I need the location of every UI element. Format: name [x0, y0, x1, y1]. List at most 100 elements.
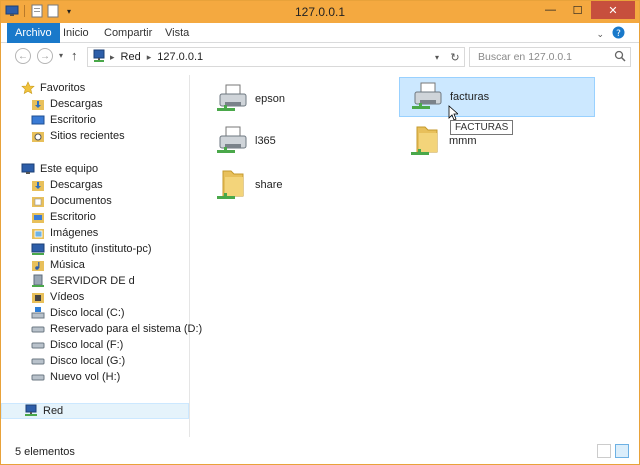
item-facturas-label: facturas — [450, 91, 490, 103]
item-share-label: share — [255, 179, 283, 191]
pictures-folder-icon — [31, 226, 45, 240]
view-switcher — [597, 444, 629, 458]
nav-fav-escritorio[interactable]: Escritorio — [31, 112, 96, 128]
shared-folder-icon — [409, 123, 445, 159]
details-view-icon[interactable] — [597, 444, 611, 458]
shared-printer-icon — [410, 79, 446, 115]
file-view[interactable]: epson facturas l365 mmm share — [191, 75, 637, 437]
nav-favoritos[interactable]: Favoritos — [21, 80, 85, 96]
nav-servidor[interactable]: SERVIDOR DE d — [31, 273, 135, 289]
nav-videos-label: Vídeos — [50, 291, 85, 303]
nav-fav-descargas[interactable]: Descargas — [31, 96, 103, 112]
nav-videos[interactable]: Vídeos — [31, 289, 84, 305]
minimize-button[interactable]: — — [537, 1, 564, 19]
ribbon-tabs: Archivo Inicio Compartir Vista ⌄ ? — [1, 23, 639, 43]
breadcrumb-separator-icon[interactable]: ▸ — [147, 52, 152, 63]
nav-imagenes-label: Imágenes — [50, 227, 99, 239]
nav-documentos[interactable]: Documentos — [31, 193, 112, 209]
nav-favoritos-label: Favoritos — [40, 82, 86, 94]
nav-red-label: Red — [43, 405, 64, 417]
breadcrumb-red[interactable]: Red — [121, 51, 141, 63]
help-icon[interactable]: ? — [612, 26, 625, 42]
nav-fav-descargas-label: Descargas — [50, 98, 103, 110]
search-input[interactable]: Buscar en 127.0.0.1 — [469, 47, 631, 67]
tab-inicio[interactable]: Inicio — [55, 23, 97, 43]
tab-archivo[interactable]: Archivo — [7, 23, 60, 43]
shared-folder-icon — [215, 167, 251, 203]
nav-nuevo-vol-h-label: Nuevo vol (H:) — [50, 371, 121, 383]
item-epson-label: epson — [255, 93, 285, 105]
navigation-pane: Favoritos Descargas Escritorio Sitios re… — [1, 75, 202, 437]
nav-musica[interactable]: Música — [31, 257, 85, 273]
nav-escritorio-label: Escritorio — [50, 211, 96, 223]
window-controls: — ☐ ✕ — [537, 1, 635, 19]
nav-disco-g-label: Disco local (G:) — [50, 355, 126, 367]
nav-red[interactable]: Red — [1, 403, 189, 419]
expand-ribbon-icon[interactable]: ⌄ — [596, 29, 604, 40]
tab-vista[interactable]: Vista — [157, 23, 197, 43]
address-dropdown-chevron-icon[interactable]: ▾ — [428, 53, 446, 62]
item-count: 5 elementos — [15, 446, 75, 458]
tab-compartir[interactable]: Compartir — [96, 23, 160, 43]
up-arrow-icon[interactable]: ↑ — [71, 48, 78, 63]
star-icon — [21, 81, 35, 95]
system-drive-icon — [31, 306, 45, 320]
downloads-folder-icon — [31, 97, 45, 111]
item-share[interactable]: share — [205, 165, 401, 205]
network-drive-icon — [31, 274, 45, 288]
search-placeholder: Buscar en 127.0.0.1 — [478, 51, 572, 63]
nav-servidor-label: SERVIDOR DE d — [50, 275, 135, 287]
computer-icon — [21, 162, 35, 176]
hard-drive-icon — [31, 338, 45, 352]
back-arrow-icon[interactable]: ← — [15, 48, 31, 64]
address-actions: ▾ ↻ — [428, 48, 464, 66]
close-button[interactable]: ✕ — [591, 1, 635, 19]
nav-instituto[interactable]: instituto (instituto-pc) — [31, 241, 151, 257]
maximize-button[interactable]: ☐ — [564, 1, 591, 19]
item-mmm-label: mmm — [449, 135, 477, 147]
network-icon — [24, 404, 38, 418]
nav-descargas[interactable]: Descargas — [31, 177, 103, 193]
ribbon-right-controls: ⌄ ? — [596, 26, 625, 42]
recent-places-icon — [31, 129, 45, 143]
documents-folder-icon — [31, 194, 45, 208]
status-bar: 5 elementos — [1, 441, 639, 463]
item-epson[interactable]: epson — [205, 79, 401, 119]
title-bar[interactable]: ▾ 127.0.0.1 — ☐ ✕ — [1, 1, 639, 23]
nav-documentos-label: Documentos — [50, 195, 112, 207]
nav-imagenes[interactable]: Imágenes — [31, 225, 98, 241]
nav-disco-d-label: Reservado para el sistema (D:) — [50, 323, 203, 335]
nav-nuevo-vol-h[interactable]: Nuevo vol (H:) — [31, 369, 120, 385]
refresh-icon[interactable]: ↻ — [446, 51, 464, 64]
explorer-window: ▾ 127.0.0.1 — ☐ ✕ Archivo Inicio Compart… — [0, 0, 640, 465]
nav-instituto-label: instituto (instituto-pc) — [50, 243, 152, 255]
item-tooltip: FACTURAS — [450, 120, 514, 135]
svg-text:?: ? — [616, 29, 621, 39]
nav-este-equipo[interactable]: Este equipo — [21, 161, 98, 177]
navigation-bar: ← → ▾ ↑ ▸ Red ▸ 127.0.0.1 ▾ ↻ Buscar en … — [1, 43, 639, 71]
nav-disco-c[interactable]: Disco local (C:) — [31, 305, 125, 321]
forward-arrow-icon[interactable]: → — [37, 48, 53, 64]
nav-fav-sitios-recientes-label: Sitios recientes — [50, 130, 125, 142]
nav-fav-sitios-recientes[interactable]: Sitios recientes — [31, 128, 125, 144]
downloads-folder-icon — [31, 178, 45, 192]
nav-disco-f-label: Disco local (F:) — [50, 339, 124, 351]
desktop-icon — [31, 210, 45, 224]
network-share-icon — [31, 242, 45, 256]
hard-drive-icon — [31, 322, 45, 336]
item-l365-label: l365 — [255, 135, 276, 147]
address-bar[interactable]: ▸ Red ▸ 127.0.0.1 ▾ ↻ — [87, 47, 465, 67]
recent-locations-chevron-icon[interactable]: ▾ — [59, 51, 63, 60]
breadcrumb-host[interactable]: 127.0.0.1 — [157, 51, 203, 63]
music-folder-icon — [31, 258, 45, 272]
nav-disco-d[interactable]: Reservado para el sistema (D:) — [31, 321, 202, 337]
network-location-icon — [92, 49, 108, 66]
search-icon[interactable] — [614, 50, 626, 68]
nav-disco-f[interactable]: Disco local (F:) — [31, 337, 123, 353]
item-l365[interactable]: l365 — [205, 121, 401, 161]
item-facturas[interactable]: facturas — [399, 77, 595, 117]
nav-escritorio[interactable]: Escritorio — [31, 209, 96, 225]
tiles-view-icon[interactable] — [615, 444, 629, 458]
nav-disco-g[interactable]: Disco local (G:) — [31, 353, 125, 369]
breadcrumb-separator-icon[interactable]: ▸ — [110, 52, 115, 63]
